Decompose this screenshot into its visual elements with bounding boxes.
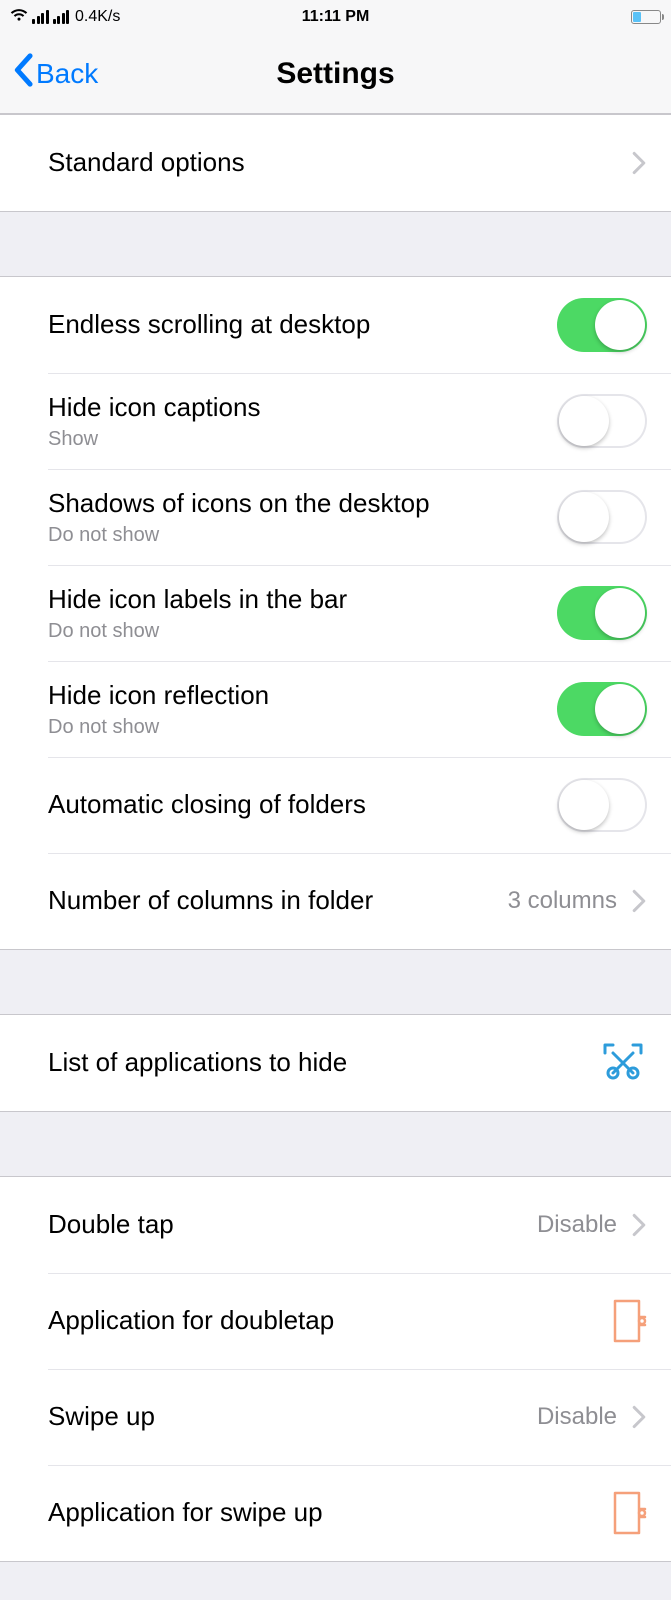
data-rate: 0.4K/s	[75, 8, 120, 26]
row-hide-labels-bar[interactable]: Hide icon labels in the bar Do not show	[0, 565, 671, 661]
row-title: Hide icon reflection	[48, 679, 557, 713]
row-sub: Do not show	[48, 716, 557, 739]
row-title: Hide icon labels in the bar	[48, 583, 557, 617]
settings-group-hidden-apps: List of applications to hide	[0, 1014, 671, 1112]
row-endless-scrolling[interactable]: Endless scrolling at desktop	[0, 277, 671, 373]
chevron-right-icon	[631, 889, 647, 913]
row-swipeup[interactable]: Swipe up Disable	[0, 1369, 671, 1465]
toggle-endless-scrolling[interactable]	[557, 298, 647, 352]
chevron-right-icon	[631, 1405, 647, 1429]
toggle-hide-captions[interactable]	[557, 394, 647, 448]
row-sub: Show	[48, 428, 557, 451]
row-hidden-apps[interactable]: List of applications to hide	[0, 1015, 671, 1111]
scissors-icon	[599, 1039, 647, 1087]
toggle-hide-labels-bar[interactable]	[557, 586, 647, 640]
back-button[interactable]: Back	[12, 53, 98, 94]
row-title: Automatic closing of folders	[48, 788, 557, 822]
row-hide-captions[interactable]: Hide icon captions Show	[0, 373, 671, 469]
cellular-signal-2-icon	[53, 10, 70, 24]
row-auto-close-folders[interactable]: Automatic closing of folders	[0, 757, 671, 853]
row-title: Number of columns in folder	[48, 884, 508, 918]
row-hide-reflection[interactable]: Hide icon reflection Do not show	[0, 661, 671, 757]
clock: 11:11 PM	[302, 8, 370, 26]
chevron-right-icon	[631, 1213, 647, 1237]
row-title: Application for doubletap	[48, 1304, 607, 1338]
row-sub: Do not show	[48, 620, 557, 643]
row-sub: Do not show	[48, 524, 557, 547]
toggle-shadows[interactable]	[557, 490, 647, 544]
row-title: Application for swipe up	[48, 1496, 607, 1530]
app-placeholder-icon	[607, 1489, 647, 1537]
row-standard-options[interactable]: Standard options	[0, 115, 671, 211]
row-title: Swipe up	[48, 1400, 537, 1434]
app-placeholder-icon	[607, 1297, 647, 1345]
row-title: Standard options	[48, 146, 631, 180]
row-doubletap[interactable]: Double tap Disable	[0, 1177, 671, 1273]
toggle-hide-reflection[interactable]	[557, 682, 647, 736]
status-bar: 0.4K/s 11:11 PM	[0, 0, 671, 34]
row-shadows[interactable]: Shadows of icons on the desktop Do not s…	[0, 469, 671, 565]
settings-group-gestures: Double tap Disable Application for doubl…	[0, 1176, 671, 1562]
row-title: Shadows of icons on the desktop	[48, 487, 557, 521]
battery-icon	[631, 10, 661, 24]
back-label: Back	[36, 58, 98, 90]
page-title: Settings	[276, 57, 394, 91]
settings-group-desktop: Endless scrolling at desktop Hide icon c…	[0, 276, 671, 950]
row-app-doubletap[interactable]: Application for doubletap	[0, 1273, 671, 1369]
row-app-swipeup[interactable]: Application for swipe up	[0, 1465, 671, 1561]
row-value: Disable	[537, 1211, 617, 1239]
row-title: List of applications to hide	[48, 1046, 599, 1080]
nav-bar: Back Settings	[0, 34, 671, 114]
toggle-auto-close-folders[interactable]	[557, 778, 647, 832]
row-title: Double tap	[48, 1208, 537, 1242]
chevron-right-icon	[631, 151, 647, 175]
cellular-signal-1-icon	[32, 10, 49, 24]
row-value: 3 columns	[508, 887, 617, 915]
row-num-columns[interactable]: Number of columns in folder 3 columns	[0, 853, 671, 949]
wifi-icon	[10, 8, 28, 27]
row-title: Endless scrolling at desktop	[48, 308, 557, 342]
row-title: Hide icon captions	[48, 391, 557, 425]
row-value: Disable	[537, 1403, 617, 1431]
chevron-left-icon	[12, 53, 34, 94]
settings-group-general: Standard options	[0, 114, 671, 212]
